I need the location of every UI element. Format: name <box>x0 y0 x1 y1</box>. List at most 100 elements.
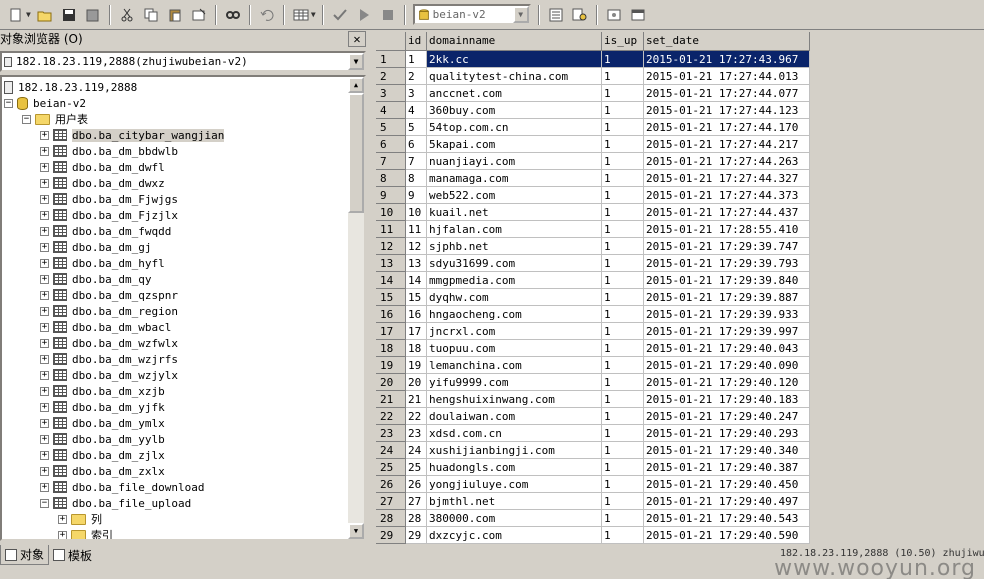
grid-cell-domainname[interactable]: hengshuixinwang.com <box>427 391 602 408</box>
grid-cell-id[interactable]: 17 <box>406 323 427 340</box>
tree-table-node[interactable]: + dbo.ba_dm_region <box>40 303 178 319</box>
expand-icon[interactable]: + <box>40 482 49 492</box>
grid-cell-id[interactable]: 2 <box>406 68 427 85</box>
collapse-icon[interactable]: − <box>22 114 31 124</box>
tree-table-node[interactable]: + dbo.ba_dm_hyfl <box>40 255 165 271</box>
grid-cell-domainname[interactable]: jncrxl.com <box>427 323 602 340</box>
grid-cell-set_date[interactable]: 2015-01-21 17:29:39.997 <box>644 323 810 340</box>
grid-cell-is_up[interactable]: 1 <box>602 136 644 153</box>
grid-cell-id[interactable]: 8 <box>406 170 427 187</box>
dropdown-arrow-icon[interactable]: ▼ <box>26 10 31 19</box>
grid-cell-domainname[interactable]: lemanchina.com <box>427 357 602 374</box>
tree-table-node[interactable]: + dbo.ba_dm_wbacl <box>40 319 171 335</box>
grid-cell-domainname[interactable]: 54top.com.cn <box>427 119 602 136</box>
tree-table-node[interactable]: + dbo.ba_dm_wzjrfs <box>40 351 178 367</box>
grid-cell-set_date[interactable]: 2015-01-21 17:29:39.747 <box>644 238 810 255</box>
expand-icon[interactable]: + <box>40 130 49 140</box>
clear-icon[interactable] <box>189 5 209 25</box>
column-header-set_date[interactable]: set_date <box>644 32 810 51</box>
grid-cell-is_up[interactable]: 1 <box>602 289 644 306</box>
expand-icon[interactable]: + <box>58 530 67 539</box>
grid-cell-is_up[interactable]: 1 <box>602 357 644 374</box>
tree-database-node[interactable]: − beian-v2 <box>4 95 86 111</box>
open-icon[interactable] <box>35 5 55 25</box>
grid-cell-set_date[interactable]: 2015-01-21 17:27:44.437 <box>644 204 810 221</box>
new-icon[interactable] <box>6 5 26 25</box>
grid-cell-set_date[interactable]: 2015-01-21 17:29:40.543 <box>644 510 810 527</box>
run-icon[interactable] <box>354 5 374 25</box>
check-icon[interactable] <box>330 5 350 25</box>
grid-cell-id[interactable]: 27 <box>406 493 427 510</box>
grid-cell-is_up[interactable]: 1 <box>602 187 644 204</box>
tree-table-node[interactable]: + dbo.ba_dm_dwxz <box>40 175 165 191</box>
expand-icon[interactable]: + <box>40 418 49 428</box>
row-number[interactable]: 10 <box>376 204 406 221</box>
tree-table-node[interactable]: + dbo.ba_dm_wzjylx <box>40 367 178 383</box>
row-number[interactable]: 7 <box>376 153 406 170</box>
row-number[interactable]: 21 <box>376 391 406 408</box>
grid-cell-domainname[interactable]: xdsd.com.cn <box>427 425 602 442</box>
tree-subfolder-node[interactable]: + 列 <box>58 511 102 527</box>
grid-cell-is_up[interactable]: 1 <box>602 68 644 85</box>
grid-cell-set_date[interactable]: 2015-01-21 17:29:40.043 <box>644 340 810 357</box>
tree-table-node[interactable]: + dbo.ba_dm_qzspnr <box>40 287 178 303</box>
paste-icon[interactable] <box>165 5 185 25</box>
row-number[interactable]: 26 <box>376 476 406 493</box>
grid-corner[interactable] <box>376 32 406 51</box>
grid-cell-domainname[interactable]: dxzcyjc.com <box>427 527 602 544</box>
row-number[interactable]: 3 <box>376 85 406 102</box>
grid-cell-domainname[interactable]: 380000.com <box>427 510 602 527</box>
object-search-icon[interactable] <box>570 5 590 25</box>
grid-cell-id[interactable]: 7 <box>406 153 427 170</box>
row-number[interactable]: 9 <box>376 187 406 204</box>
grid-cell-set_date[interactable]: 2015-01-21 17:27:44.170 <box>644 119 810 136</box>
grid-cell-is_up[interactable]: 1 <box>602 510 644 527</box>
grid-cell-id[interactable]: 15 <box>406 289 427 306</box>
grid-cell-is_up[interactable]: 1 <box>602 493 644 510</box>
grid-cell-id[interactable]: 18 <box>406 340 427 357</box>
object-browser-icon[interactable] <box>546 5 566 25</box>
grid-cell-is_up[interactable]: 1 <box>602 340 644 357</box>
grid-cell-is_up[interactable]: 1 <box>602 442 644 459</box>
expand-icon[interactable]: + <box>40 450 49 460</box>
grid-cell-domainname[interactable]: anccnet.com <box>427 85 602 102</box>
grid-cell-set_date[interactable]: 2015-01-21 17:29:39.793 <box>644 255 810 272</box>
grid-cell-is_up[interactable]: 1 <box>602 119 644 136</box>
tree-subfolder-node[interactable]: + 索引 <box>58 527 113 539</box>
expand-icon[interactable]: + <box>40 322 49 332</box>
row-number[interactable]: 12 <box>376 238 406 255</box>
grid-cell-domainname[interactable]: web522.com <box>427 187 602 204</box>
row-number[interactable]: 15 <box>376 289 406 306</box>
options-icon[interactable] <box>604 5 624 25</box>
grid-cell-id[interactable]: 12 <box>406 238 427 255</box>
expand-icon[interactable]: + <box>40 354 49 364</box>
grid-cell-id[interactable]: 14 <box>406 272 427 289</box>
grid-cell-domainname[interactable]: sjphb.net <box>427 238 602 255</box>
row-number[interactable]: 17 <box>376 323 406 340</box>
tree-table-node[interactable]: + dbo.ba_citybar_wangjian <box>40 127 225 143</box>
grid-cell-set_date[interactable]: 2015-01-21 17:29:40.247 <box>644 408 810 425</box>
expand-icon[interactable]: + <box>40 210 49 220</box>
row-number[interactable]: 23 <box>376 425 406 442</box>
tree-table-node[interactable]: + dbo.ba_dm_fwqdd <box>40 223 171 239</box>
grid-cell-set_date[interactable]: 2015-01-21 17:27:44.263 <box>644 153 810 170</box>
grid-cell-id[interactable]: 29 <box>406 527 427 544</box>
grid-cell-is_up[interactable]: 1 <box>602 527 644 544</box>
expand-icon[interactable]: + <box>40 178 49 188</box>
row-number[interactable]: 1 <box>376 51 406 68</box>
cut-icon[interactable] <box>117 5 137 25</box>
tree-server-node[interactable]: 182.18.23.119,2888 <box>4 79 137 95</box>
grid-cell-id[interactable]: 24 <box>406 442 427 459</box>
copy-icon[interactable] <box>141 5 161 25</box>
tree-table-node[interactable]: + dbo.ba_dm_yjfk <box>40 399 165 415</box>
grid-cell-set_date[interactable]: 2015-01-21 17:29:40.293 <box>644 425 810 442</box>
grid-cell-set_date[interactable]: 2015-01-21 17:29:39.933 <box>644 306 810 323</box>
grid-icon[interactable] <box>291 5 311 25</box>
scroll-down-icon[interactable]: ▼ <box>348 523 364 539</box>
grid-cell-is_up[interactable]: 1 <box>602 459 644 476</box>
grid-cell-set_date[interactable]: 2015-01-21 17:27:44.013 <box>644 68 810 85</box>
grid-cell-set_date[interactable]: 2015-01-21 17:29:39.887 <box>644 289 810 306</box>
save-all-icon[interactable] <box>83 5 103 25</box>
row-number[interactable]: 18 <box>376 340 406 357</box>
tab-objects[interactable]: 对象 <box>0 545 50 565</box>
